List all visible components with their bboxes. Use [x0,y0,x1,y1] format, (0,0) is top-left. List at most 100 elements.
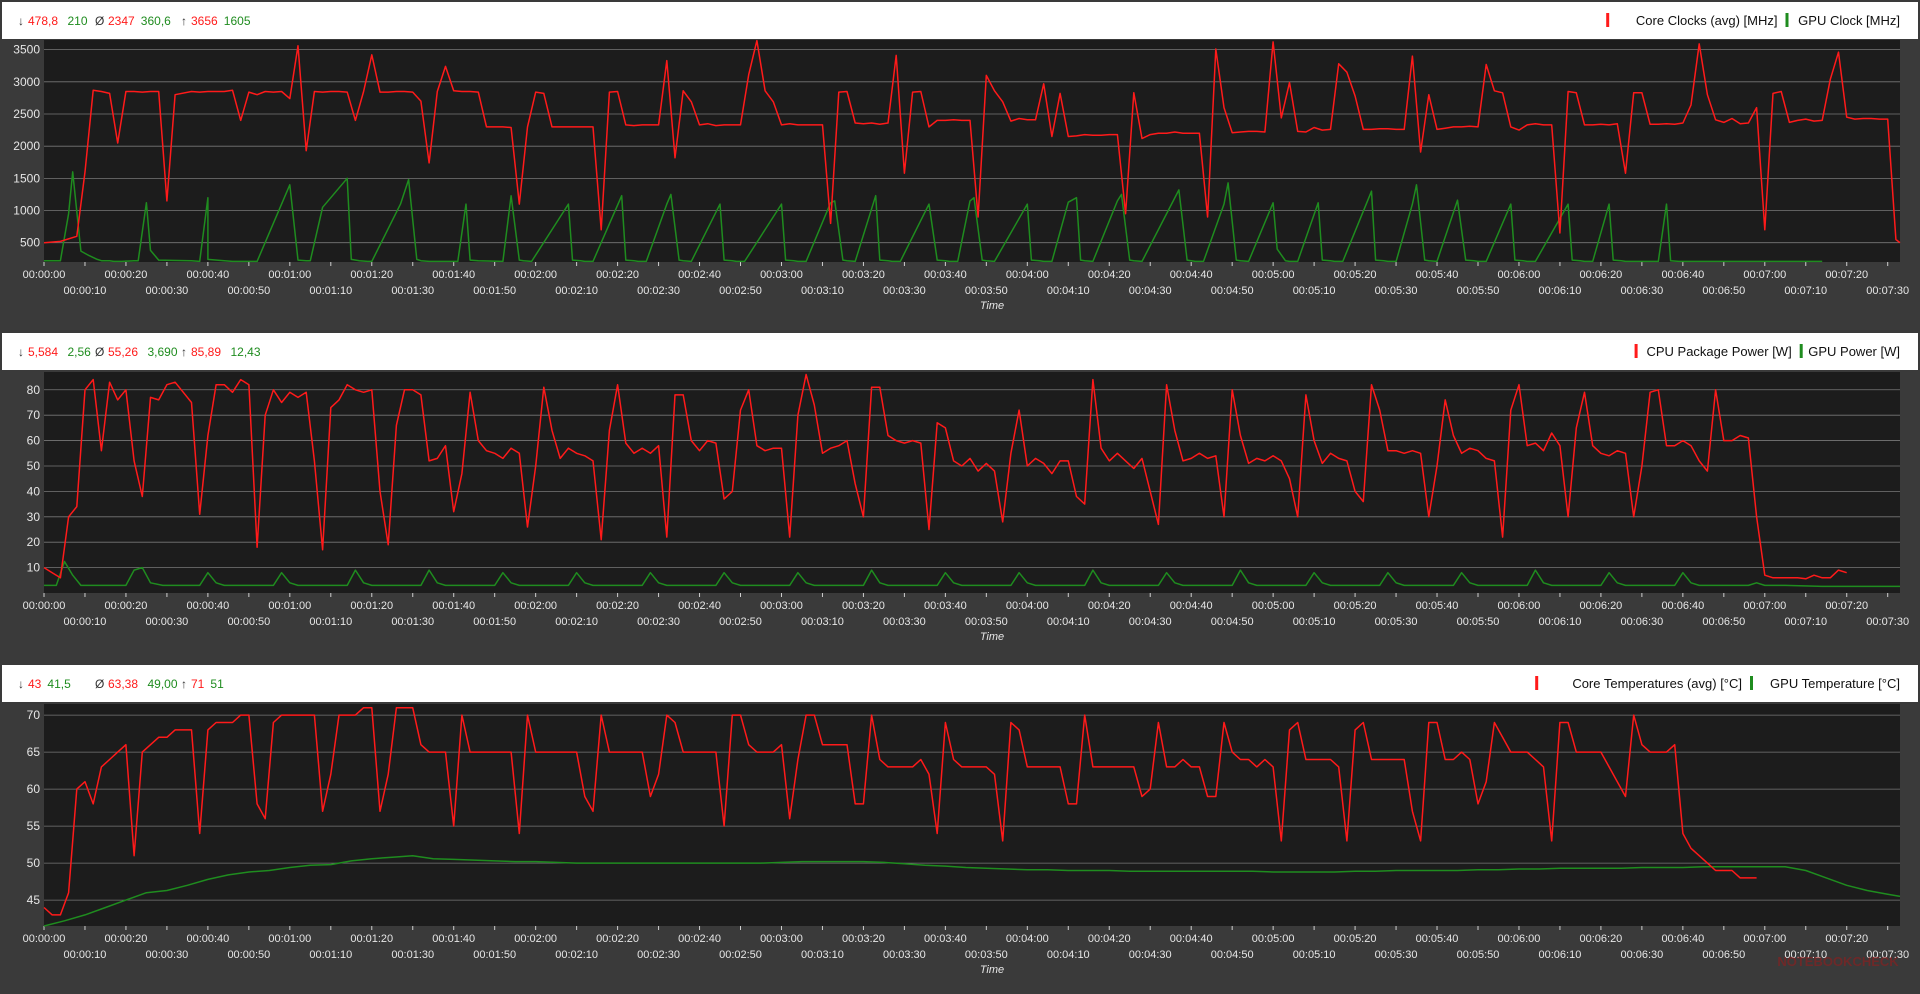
x-tick-label: 00:00:50 [227,949,270,961]
x-tick-label: 00:07:00 [1743,933,1786,945]
x-tick-label: 00:00:30 [145,949,188,961]
x-tick-label: 00:07:20 [1825,269,1868,281]
x-tick-label: 00:04:10 [1047,285,1090,297]
x-tick-label: 00:01:00 [268,600,311,612]
x-tick-label: 00:07:00 [1743,269,1786,281]
x-tick-label: 00:01:00 [268,269,311,281]
y-tick-label: 30 [27,510,41,524]
x-tick-label: 00:03:00 [760,600,803,612]
x-tick-label: 00:00:40 [186,600,229,612]
x-tick-label: 00:00:50 [227,285,270,297]
x-tick-label: 00:01:10 [309,285,352,297]
x-tick-label: 00:03:50 [965,285,1008,297]
x-tick-label: 00:06:00 [1498,269,1541,281]
plot-area [44,372,1900,593]
min-gpu: 41,5 [47,677,71,691]
max-arrow: ↑ [181,14,187,28]
x-tick-label: 00:01:50 [473,285,516,297]
watermark-logo: NOTEBOOKCHECK [1777,954,1899,969]
x-tick-label: 00:02:30 [637,949,680,961]
x-tick-label: 00:05:00 [1252,600,1295,612]
avg-symbol: Ø [95,14,104,28]
x-tick-label: 00:04:20 [1088,600,1131,612]
x-tick-label: 00:03:50 [965,616,1008,628]
max-gpu: 12,43 [231,345,261,359]
x-tick-label: 00:03:10 [801,285,844,297]
x-tick-label: 00:01:40 [432,600,475,612]
x-tick-label: 00:02:50 [719,616,762,628]
x-tick-label: 00:03:10 [801,949,844,961]
x-tick-label: 00:01:10 [309,949,352,961]
x-tick-label: 00:06:10 [1539,285,1582,297]
y-tick-label: 50 [27,459,41,473]
x-tick-label: 00:01:50 [473,949,516,961]
x-tick-label: 00:02:30 [637,616,680,628]
legend-gpu-label: GPU Temperature [°C] [1770,676,1900,691]
x-tick-label: 00:03:00 [760,269,803,281]
legend-gpu-swatch [1750,676,1753,690]
legend-cpu-label: Core Clocks (avg) [MHz] [1636,13,1778,28]
x-axis-title: Time [980,300,1004,312]
x-tick-label: 00:05:40 [1416,269,1459,281]
avg-gpu: 49,00 [148,677,178,691]
x-tick-label: 00:00:10 [64,285,107,297]
x-tick-label: 00:01:50 [473,616,516,628]
x-tick-label: 00:00:20 [105,933,148,945]
x-tick-label: 00:06:20 [1579,269,1622,281]
x-tick-label: 00:06:30 [1620,616,1663,628]
x-tick-label: 00:02:10 [555,285,598,297]
x-tick-label: 00:06:10 [1539,616,1582,628]
y-tick-label: 10 [27,561,41,575]
x-tick-label: 00:00:00 [23,933,66,945]
avg-gpu: 3,690 [148,345,178,359]
avg-symbol: Ø [95,677,104,691]
x-axis-title: Time [980,964,1004,976]
y-tick-label: 80 [27,383,41,397]
x-tick-label: 00:04:00 [1006,269,1049,281]
max-arrow: ↑ [181,677,187,691]
x-tick-label: 00:04:20 [1088,933,1131,945]
x-tick-label: 00:03:20 [842,269,885,281]
x-tick-label: 00:02:40 [678,600,721,612]
legend-cpu-swatch [1535,676,1539,690]
max-cpu: 71 [191,677,205,691]
x-tick-label: 00:05:00 [1252,269,1295,281]
min-cpu: 43 [28,677,42,691]
x-tick-label: 00:04:40 [1170,933,1213,945]
x-tick-label: 00:07:20 [1825,600,1868,612]
x-tick-label: 00:00:10 [64,616,107,628]
y-tick-label: 55 [27,819,41,833]
x-tick-label: 00:01:30 [391,616,434,628]
x-tick-label: 00:06:50 [1702,949,1745,961]
x-tick-label: 00:04:10 [1047,949,1090,961]
legend-cpu-label: Core Temperatures (avg) [°C] [1572,676,1742,691]
x-tick-label: 00:00:40 [186,933,229,945]
x-tick-label: 00:07:30 [1866,616,1909,628]
x-tick-label: 00:00:30 [145,285,188,297]
legend-gpu-label: GPU Power [W] [1808,344,1900,359]
x-tick-label: 00:02:00 [514,269,557,281]
legend-gpu-swatch [1799,344,1803,358]
x-tick-label: 00:02:20 [596,933,639,945]
x-tick-label: 00:02:50 [719,949,762,961]
x-tick-label: 00:06:40 [1661,269,1704,281]
max-arrow: ↑ [181,345,187,359]
max-gpu: 51 [210,677,224,691]
panel-header [2,333,1918,370]
min-gpu: 2,56 [68,345,92,359]
x-tick-label: 00:01:20 [350,269,393,281]
x-tick-label: 00:07:30 [1866,285,1909,297]
x-tick-label: 00:06:10 [1539,949,1582,961]
x-tick-label: 00:02:20 [596,600,639,612]
x-tick-label: 00:04:10 [1047,616,1090,628]
y-tick-label: 40 [27,484,41,498]
x-tick-label: 00:07:00 [1743,600,1786,612]
y-tick-label: 3000 [13,75,40,89]
x-tick-label: 00:04:30 [1129,616,1172,628]
x-tick-label: 00:06:20 [1579,600,1622,612]
min-cpu: 478,8 [28,14,58,28]
x-tick-label: 00:04:00 [1006,600,1049,612]
y-tick-label: 70 [27,708,41,722]
avg-symbol: Ø [95,345,104,359]
x-tick-label: 00:07:10 [1784,616,1827,628]
